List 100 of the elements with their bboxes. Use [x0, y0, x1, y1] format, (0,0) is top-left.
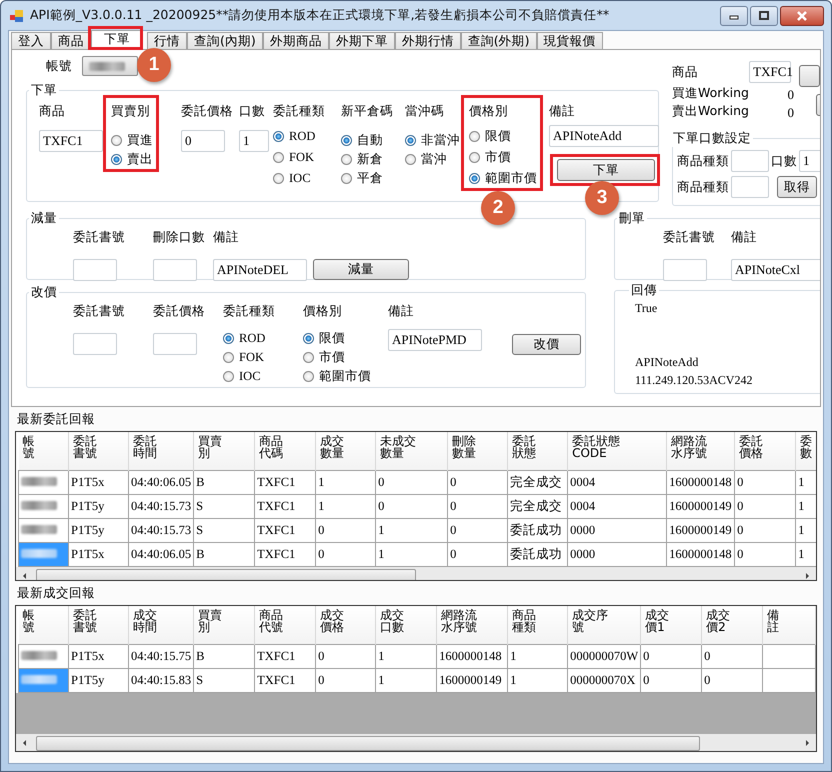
- table-cell: 0: [448, 494, 508, 518]
- radio-button[interactable]: 市價: [303, 348, 371, 366]
- value-label: 0: [786, 87, 794, 103]
- table-cell: 04:40:15.73: [128, 494, 194, 518]
- radio-button[interactable]: 買進: [111, 131, 153, 149]
- text-field[interactable]: 1: [239, 130, 269, 152]
- radio-button[interactable]: 限價: [303, 329, 371, 347]
- text-field[interactable]: APINoteCxl: [731, 259, 820, 281]
- submit-order-button[interactable]: 下單: [557, 159, 655, 181]
- tab[interactable]: 現貨報價: [536, 32, 603, 49]
- text-field[interactable]: [153, 259, 197, 281]
- tab[interactable]: 外期行情: [394, 32, 461, 49]
- section-title: 最新成交回報: [17, 585, 95, 601]
- table-cell: P1T5x: [68, 644, 128, 668]
- account-cell[interactable]: [18, 470, 68, 494]
- field-label: 賣出Working: [672, 103, 750, 119]
- radio-button[interactable]: FOK: [273, 148, 316, 166]
- tab[interactable]: 查詢(內期): [187, 32, 263, 49]
- tab[interactable]: 行情: [147, 32, 187, 49]
- section-title: 最新委託回報: [17, 411, 95, 427]
- text-field[interactable]: [663, 259, 707, 281]
- table-cell: 完全成交: [508, 494, 568, 518]
- group-title: 減量: [30, 210, 58, 227]
- account-cell[interactable]: [18, 518, 68, 542]
- table-cell: 04:40:06.05: [128, 470, 194, 494]
- radio-button[interactable]: 範圍市價: [469, 169, 537, 187]
- field-label: 備註: [731, 229, 757, 245]
- account-cell[interactable]: [18, 668, 68, 692]
- table-cell: S: [194, 494, 255, 518]
- close-icon: [795, 11, 809, 21]
- radio-button[interactable]: 市價: [469, 148, 537, 166]
- close-button[interactable]: [780, 6, 824, 26]
- table-cell: 1: [316, 494, 376, 518]
- radio-button[interactable]: 限價: [469, 127, 537, 145]
- table-cell: 0: [702, 644, 763, 668]
- column-header[interactable]: 帳號: [22, 435, 34, 459]
- field-label: 委託種類: [223, 303, 275, 319]
- radio-button[interactable]: 賣出: [111, 150, 153, 168]
- radio-button[interactable]: 範圍市價: [303, 367, 371, 385]
- text-field[interactable]: APINoteAdd: [549, 125, 659, 147]
- field-label: 新平倉碼: [341, 103, 393, 119]
- radio-button[interactable]: 自動: [341, 131, 383, 149]
- tab[interactable]: 外期下單: [328, 32, 395, 49]
- table-cell: P1T5x: [68, 470, 128, 494]
- table-cell: 0: [734, 518, 796, 542]
- radio-button[interactable]: 當沖: [405, 150, 460, 168]
- text-field[interactable]: TXFC1: [39, 130, 103, 152]
- callout-badge: 2: [481, 191, 515, 225]
- text-field[interactable]: APINoteDEL: [213, 259, 307, 281]
- radio-button[interactable]: 平倉: [341, 169, 383, 187]
- minimize-button[interactable]: [720, 6, 748, 26]
- tab[interactable]: 查詢(外期): [460, 32, 537, 49]
- text-field[interactable]: 1: [799, 150, 820, 172]
- table-cell: 0: [734, 494, 796, 518]
- text-field[interactable]: 0: [181, 130, 225, 152]
- account-dropdown[interactable]: [82, 56, 138, 76]
- account-cell[interactable]: [18, 542, 68, 566]
- blurred-value: [21, 651, 57, 660]
- table-cell: B: [194, 470, 255, 494]
- tab[interactable]: 外期商品: [262, 32, 329, 49]
- table-cell: P1T5y: [68, 518, 128, 542]
- horizontal-scrollbar[interactable]: [16, 567, 816, 580]
- radio-button[interactable]: IOC: [223, 367, 266, 385]
- text-field[interactable]: TXFC1: [749, 61, 792, 83]
- radio-button[interactable]: FOK: [223, 348, 266, 366]
- text-field[interactable]: [731, 176, 769, 198]
- text-field[interactable]: [153, 333, 197, 355]
- text-field[interactable]: [73, 259, 117, 281]
- response-text: APINoteAdd: [635, 354, 700, 371]
- modify-price-button[interactable]: 改價: [512, 334, 581, 355]
- cut-off-button[interactable]: [799, 65, 820, 87]
- horizontal-scrollbar[interactable]: [16, 734, 816, 751]
- text-field[interactable]: [73, 333, 117, 355]
- radio-button[interactable]: IOC: [273, 169, 316, 187]
- field-label: 商品: [39, 103, 65, 119]
- radio-button[interactable]: ROD: [223, 329, 266, 347]
- table-cell: 1600000149: [666, 518, 735, 542]
- field-label: 委託種類: [273, 103, 325, 119]
- scroll-thumb[interactable]: [36, 569, 416, 580]
- get-button[interactable]: 取得: [777, 176, 817, 198]
- tab[interactable]: 商品: [51, 32, 91, 49]
- radio-button[interactable]: 新倉: [341, 150, 383, 168]
- column-header[interactable]: 帳號: [22, 609, 34, 633]
- column-header[interactable]: 備註: [767, 609, 780, 633]
- field-label: 帳號: [46, 58, 72, 74]
- account-cell[interactable]: [18, 644, 68, 668]
- tab[interactable]: 登入: [11, 32, 51, 49]
- text-field[interactable]: [731, 150, 769, 172]
- group-title: 下單: [30, 82, 58, 99]
- radio-button[interactable]: 非當沖: [405, 131, 460, 149]
- scroll-thumb[interactable]: [36, 736, 700, 751]
- text-field[interactable]: APINotePMD: [388, 329, 482, 351]
- field-label: 委託書號: [73, 229, 125, 245]
- field-label: 刪除口數: [153, 229, 205, 245]
- table-cell: 1: [508, 644, 568, 668]
- table-cell: [762, 644, 816, 668]
- maximize-button[interactable]: [750, 6, 778, 26]
- account-cell[interactable]: [18, 494, 68, 518]
- radio-button[interactable]: ROD: [273, 127, 316, 145]
- reduce-button[interactable]: 減量: [313, 259, 409, 280]
